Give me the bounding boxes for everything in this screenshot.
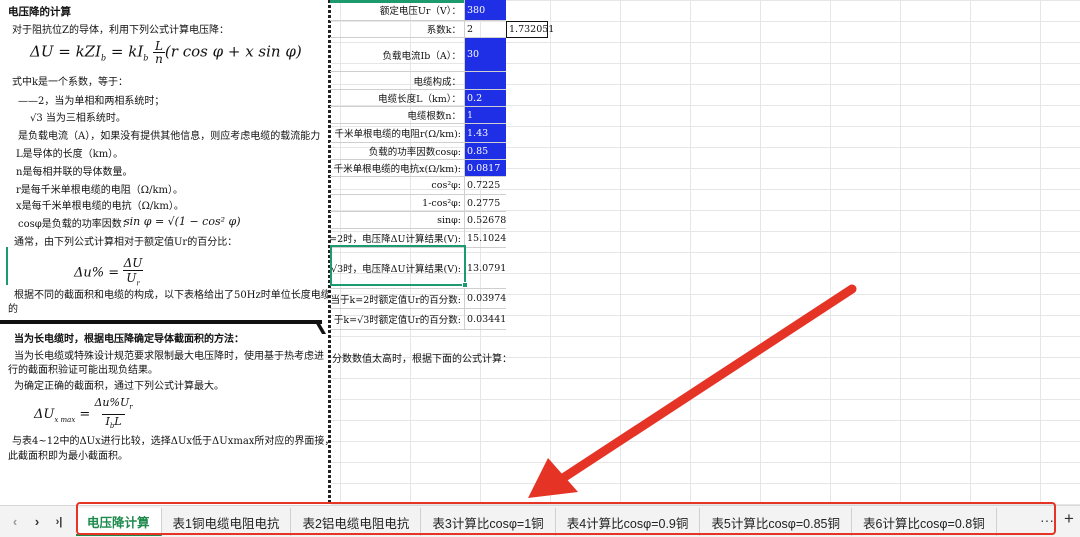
more-tabs-icon[interactable]: ··· [1040, 512, 1054, 528]
next-sheet-icon[interactable]: › [26, 508, 48, 536]
first-sheet-button[interactable]: ‹ [4, 508, 26, 536]
sheet-tab[interactable]: 表5计算比cosφ=0.85铜 [700, 508, 853, 536]
sheet-tab[interactable]: 表4计算比cosφ=0.9铜 [556, 508, 701, 536]
sheet-tab[interactable]: 表2铝电缆电阻电抗 [291, 508, 422, 536]
sheet-tabs: 电压降计算 表1铜电缆电阻电抗 表2铝电缆电阻电抗 表3计算比cosφ=1铜 表4计算比… [76, 508, 1056, 536]
sheet-tab[interactable]: 表3计算比cosφ=1铜 [421, 508, 556, 536]
sheet-tab[interactable]: 表6计算比cosφ=0.8铜 [852, 508, 997, 536]
sheet-tab[interactable]: 表1铜电缆电阻电抗 [162, 508, 292, 536]
spreadsheet-area[interactable]: 电压降的计算 对于阻抗位Z的导体，利用下列公式计算电压降： ΔU = kZIb … [0, 0, 1080, 505]
add-sheet-icon[interactable]: + [1064, 509, 1074, 529]
red-arrow-icon [528, 284, 857, 498]
sheet-tab-bar: ‹ › ›| 电压降计算 表1铜电缆电阻电抗 表2铝电缆电阻电抗 表3计算比cosφ=… [0, 505, 1080, 537]
sheet-tab[interactable]: 电压降计算 [76, 508, 162, 536]
last-sheet-icon[interactable]: ›| [48, 508, 70, 536]
